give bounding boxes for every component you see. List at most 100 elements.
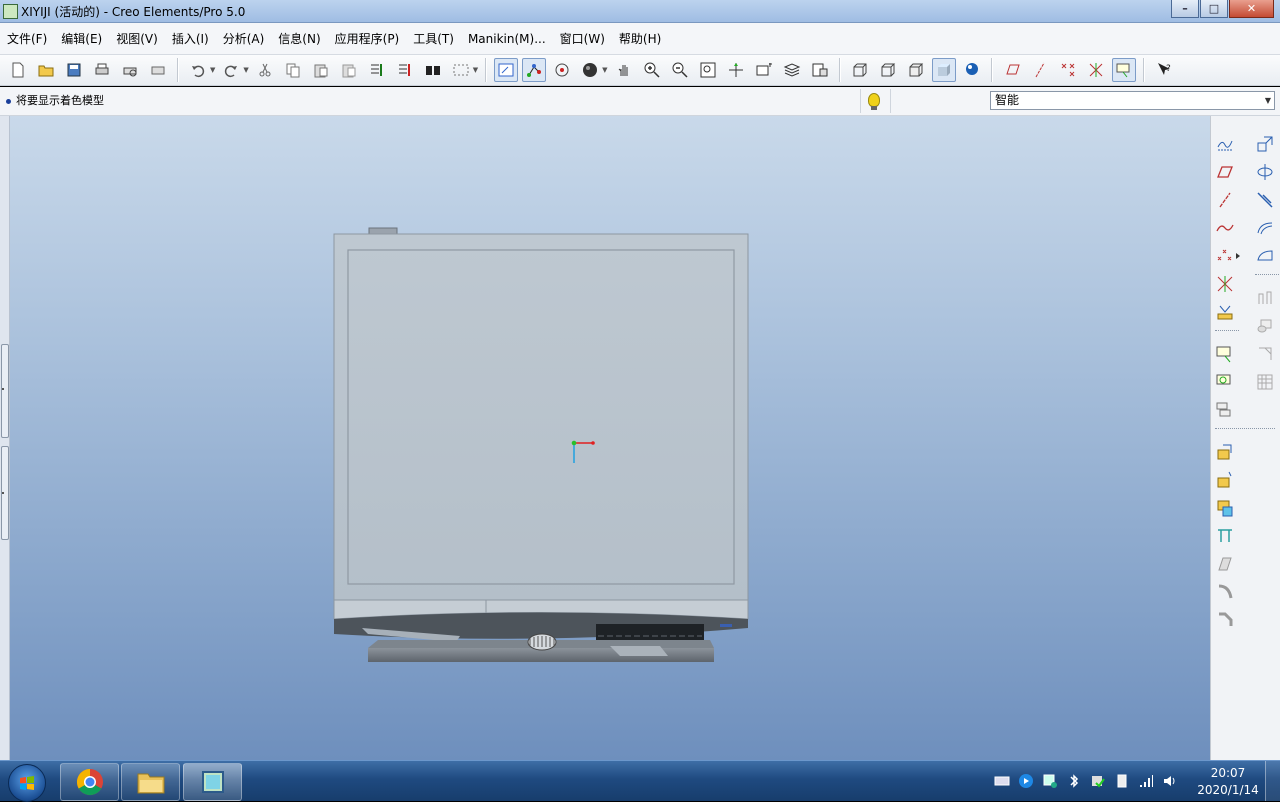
maximize-button[interactable]: □	[1200, 0, 1228, 18]
style-surface-icon[interactable]	[1253, 244, 1277, 268]
media-player-icon[interactable]	[1018, 773, 1034, 789]
navigator-handle-top[interactable]	[1, 344, 9, 438]
annotation-create-icon[interactable]	[1213, 342, 1237, 366]
menu-view[interactable]: 视图(V)	[109, 30, 165, 47]
csys-on-icon[interactable]	[1084, 58, 1108, 82]
security-check-icon[interactable]	[1090, 773, 1106, 789]
creo-taskbar-button[interactable]	[183, 763, 242, 801]
hole-tool-icon[interactable]	[1213, 524, 1237, 548]
annotation-edit-icon[interactable]	[1213, 370, 1237, 394]
graphics-window[interactable]	[0, 116, 1210, 760]
csys-tool-icon[interactable]	[1213, 272, 1237, 296]
signal-strength-icon[interactable]	[1138, 773, 1154, 789]
enhanced-realism-icon[interactable]	[960, 58, 984, 82]
extrude-tool-icon[interactable]	[1213, 440, 1237, 464]
table-pattern-icon[interactable]	[1253, 370, 1277, 394]
redo-dropdown-icon[interactable]: ▼	[243, 66, 248, 74]
shell-tool-icon[interactable]	[1213, 552, 1237, 576]
start-button[interactable]	[8, 764, 46, 802]
sweep-tool-icon[interactable]	[1213, 496, 1237, 520]
menu-help[interactable]: 帮助(H)	[612, 30, 668, 47]
undo-dropdown-icon[interactable]: ▼	[210, 66, 215, 74]
spin-center-icon[interactable]	[522, 58, 547, 82]
datum-plane-tool-icon[interactable]	[1213, 160, 1237, 184]
menu-applications[interactable]: 应用程序(P)	[328, 30, 407, 47]
taskbar-clock[interactable]: 20:07 2020/1/14	[1188, 765, 1268, 799]
datum-planes-icon[interactable]	[1000, 58, 1024, 82]
find-icon[interactable]	[421, 58, 445, 82]
menu-manikin[interactable]: Manikin(M)...	[461, 32, 553, 46]
regenerate-icon[interactable]	[365, 58, 389, 82]
usb-device-icon[interactable]	[1114, 773, 1130, 789]
orient-mode-icon[interactable]	[550, 58, 574, 82]
network-share-icon[interactable]	[1042, 773, 1058, 789]
show-desktop-button[interactable]	[1265, 761, 1280, 801]
trim-tool-icon[interactable]	[1253, 188, 1277, 212]
datum-axes-icon[interactable]	[1028, 58, 1052, 82]
undo-icon[interactable]	[186, 58, 210, 82]
bluetooth-icon[interactable]	[1066, 773, 1082, 789]
chrome-taskbar-button[interactable]	[60, 763, 119, 801]
minimize-button[interactable]: –	[1171, 0, 1199, 18]
draft-tool-icon[interactable]	[1253, 286, 1277, 310]
pattern-tool-icon[interactable]	[1253, 314, 1277, 338]
menu-insert[interactable]: 插入(I)	[165, 30, 216, 47]
volume-icon[interactable]	[1162, 773, 1178, 789]
select-box-icon[interactable]	[449, 58, 473, 82]
display-style-dropdown-icon[interactable]: ▼	[602, 66, 607, 74]
datum-axis-tool-icon[interactable]	[1213, 188, 1237, 212]
pan-icon[interactable]	[612, 58, 636, 82]
annotation-list-icon[interactable]	[1213, 398, 1237, 422]
cut-icon[interactable]	[253, 58, 277, 82]
saved-views-icon[interactable]	[752, 58, 776, 82]
hidden-line-icon[interactable]	[876, 58, 900, 82]
keyboard-icon[interactable]	[994, 773, 1010, 789]
copy-geometry-icon[interactable]	[1253, 342, 1277, 366]
no-hidden-icon[interactable]	[904, 58, 928, 82]
wireframe-icon[interactable]	[848, 58, 872, 82]
copy-icon[interactable]	[281, 58, 305, 82]
display-style-icon[interactable]	[578, 58, 602, 82]
chamfer-tool-icon[interactable]	[1213, 608, 1237, 632]
menu-edit[interactable]: 编辑(E)	[54, 30, 109, 47]
point-on-icon[interactable]	[1056, 58, 1080, 82]
status-lightbulb-icon[interactable]	[868, 93, 880, 107]
revolve-tool-icon[interactable]	[1213, 468, 1237, 492]
print-icon[interactable]	[90, 58, 114, 82]
quick-print-icon[interactable]	[118, 58, 142, 82]
repaint-icon[interactable]	[494, 58, 519, 82]
open-folder-icon[interactable]	[34, 58, 58, 82]
select-dropdown-icon[interactable]: ▼	[473, 66, 478, 74]
menu-info[interactable]: 信息(N)	[271, 30, 327, 47]
datum-curve-tool-icon[interactable]	[1213, 216, 1237, 240]
reorient-icon[interactable]	[724, 58, 748, 82]
menu-analysis[interactable]: 分析(A)	[216, 30, 272, 47]
paste-special-icon[interactable]	[337, 58, 361, 82]
view-manager-icon[interactable]	[808, 58, 832, 82]
menu-window[interactable]: 窗口(W)	[553, 30, 612, 47]
explorer-taskbar-button[interactable]	[121, 763, 180, 801]
zoom-in-icon[interactable]	[640, 58, 664, 82]
boundary-blend-icon[interactable]	[1253, 216, 1277, 240]
refit-icon[interactable]	[696, 58, 720, 82]
analysis-tool-icon[interactable]	[1213, 300, 1237, 324]
layers-icon[interactable]	[780, 58, 804, 82]
point-tool-flyout-icon[interactable]	[1233, 244, 1243, 268]
regen-manager-icon[interactable]	[393, 58, 417, 82]
shading-icon[interactable]	[931, 58, 956, 82]
mirror-tool-icon[interactable]	[1253, 160, 1277, 184]
close-window-icon[interactable]	[146, 58, 170, 82]
menu-tools[interactable]: 工具(T)	[406, 30, 461, 47]
sketch-curve-icon[interactable]	[1213, 132, 1237, 156]
zoom-out-icon[interactable]	[668, 58, 692, 82]
close-button[interactable]: ✕	[1229, 0, 1274, 18]
scale-tool-icon[interactable]	[1253, 132, 1277, 156]
whats-this-icon[interactable]: ?	[1152, 58, 1176, 82]
annotation-on-icon[interactable]	[1111, 58, 1136, 82]
menu-file[interactable]: 文件(F)	[0, 30, 54, 47]
save-icon[interactable]	[62, 58, 86, 82]
paste-icon[interactable]	[309, 58, 333, 82]
round-tool-icon[interactable]	[1213, 580, 1237, 604]
new-file-icon[interactable]	[6, 58, 30, 82]
selection-filter-select[interactable]: 智能 ▼	[990, 91, 1275, 110]
